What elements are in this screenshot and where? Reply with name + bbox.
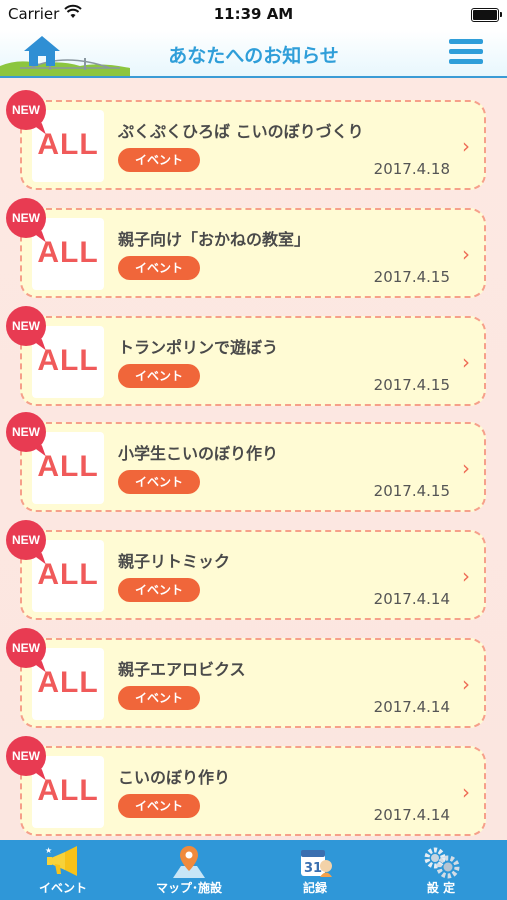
new-badge: NEW: [6, 736, 46, 776]
category-tag: イベント: [118, 470, 200, 494]
notice-list[interactable]: ALL ぷくぷくひろば こいのぼりづくり イベント 2017.4.18 › NE…: [0, 78, 507, 840]
new-badge: NEW: [6, 628, 46, 668]
tab-record[interactable]: 31 記録: [252, 840, 378, 900]
notice-date: 2017.4.14: [373, 698, 450, 716]
map-pin-icon: [173, 846, 205, 878]
notice-date: 2017.4.15: [373, 482, 450, 500]
category-tag: イベント: [118, 364, 200, 388]
chevron-right-icon: ›: [462, 780, 470, 804]
tab-map[interactable]: マップ･施設: [126, 840, 252, 900]
tab-settings-label: 設 定: [426, 881, 456, 895]
tab-event[interactable]: ★ イベント: [0, 840, 126, 900]
notice-title: トランポリンで遊ぼう: [118, 338, 279, 357]
chevron-right-icon: ›: [462, 134, 470, 158]
new-badge: NEW: [6, 90, 46, 130]
page-title: あなたへのお知らせ: [168, 45, 339, 67]
tab-event-label: イベント: [38, 881, 87, 895]
hamburger-menu-icon[interactable]: [449, 39, 483, 65]
notice-item[interactable]: ALL 親子エアロビクス イベント 2017.4.14 ›: [20, 638, 486, 728]
gear-icon: [424, 847, 460, 879]
notice-title: 小学生こいのぼり作り: [118, 444, 279, 463]
notice-date: 2017.4.14: [373, 806, 450, 824]
notice-title: こいのぼり作り: [118, 768, 231, 787]
notice-date: 2017.4.18: [373, 160, 450, 178]
notice-item[interactable]: ALL 親子リトミック イベント 2017.4.14 ›: [20, 530, 486, 620]
chevron-right-icon: ›: [462, 350, 470, 374]
chevron-right-icon: ›: [462, 456, 470, 480]
notice-item[interactable]: ALL 小学生こいのぼり作り イベント 2017.4.15 ›: [20, 422, 486, 512]
battery-icon: [471, 8, 502, 22]
chevron-right-icon: ›: [462, 242, 470, 266]
clock: 11:39 AM: [213, 5, 294, 23]
notice-date: 2017.4.15: [373, 268, 450, 286]
notice-item[interactable]: ALL トランポリンで遊ぼう イベント 2017.4.15 ›: [20, 316, 486, 406]
notice-date: 2017.4.15: [373, 376, 450, 394]
notice-item[interactable]: ALL こいのぼり作り イベント 2017.4.14 ›: [20, 746, 486, 836]
category-tag: イベント: [118, 578, 200, 602]
category-tag: イベント: [118, 794, 200, 818]
svg-text:★: ★: [45, 846, 52, 855]
megaphone-icon: ★: [45, 846, 77, 876]
chevron-right-icon: ›: [462, 564, 470, 588]
notice-date: 2017.4.14: [373, 590, 450, 608]
new-badge: NEW: [6, 306, 46, 346]
notice-title: 親子エアロビクス: [118, 660, 246, 679]
new-badge: NEW: [6, 412, 46, 452]
nav-header: あなたへのお知らせ: [0, 30, 507, 78]
new-badge: NEW: [6, 198, 46, 238]
category-tag: イベント: [118, 148, 200, 172]
notice-title: ぷくぷくひろば こいのぼりづくり: [118, 122, 364, 141]
notice-title: 親子向け「おかねの教室」: [118, 230, 311, 249]
status-bar: Carrier 11:39 AM: [0, 0, 507, 30]
chevron-right-icon: ›: [462, 672, 470, 696]
tab-record-label: 記録: [302, 881, 327, 895]
calendar-icon: 31: [301, 850, 332, 877]
notice-item[interactable]: ALL 親子向け「おかねの教室」 イベント 2017.4.15 ›: [20, 208, 486, 298]
tab-map-label: マップ･施設: [155, 881, 222, 895]
bottom-tab-bar: ★ イベント マップ･施設 31 記録 設 定: [0, 840, 507, 900]
notice-item[interactable]: ALL ぷくぷくひろば こいのぼりづくり イベント 2017.4.18 ›: [20, 100, 486, 190]
tab-settings[interactable]: 設 定: [378, 840, 504, 900]
category-tag: イベント: [118, 686, 200, 710]
calendar-day-number: 31: [304, 861, 322, 876]
new-badge: NEW: [6, 520, 46, 560]
notice-title: 親子リトミック: [118, 552, 231, 571]
category-tag: イベント: [118, 256, 200, 280]
